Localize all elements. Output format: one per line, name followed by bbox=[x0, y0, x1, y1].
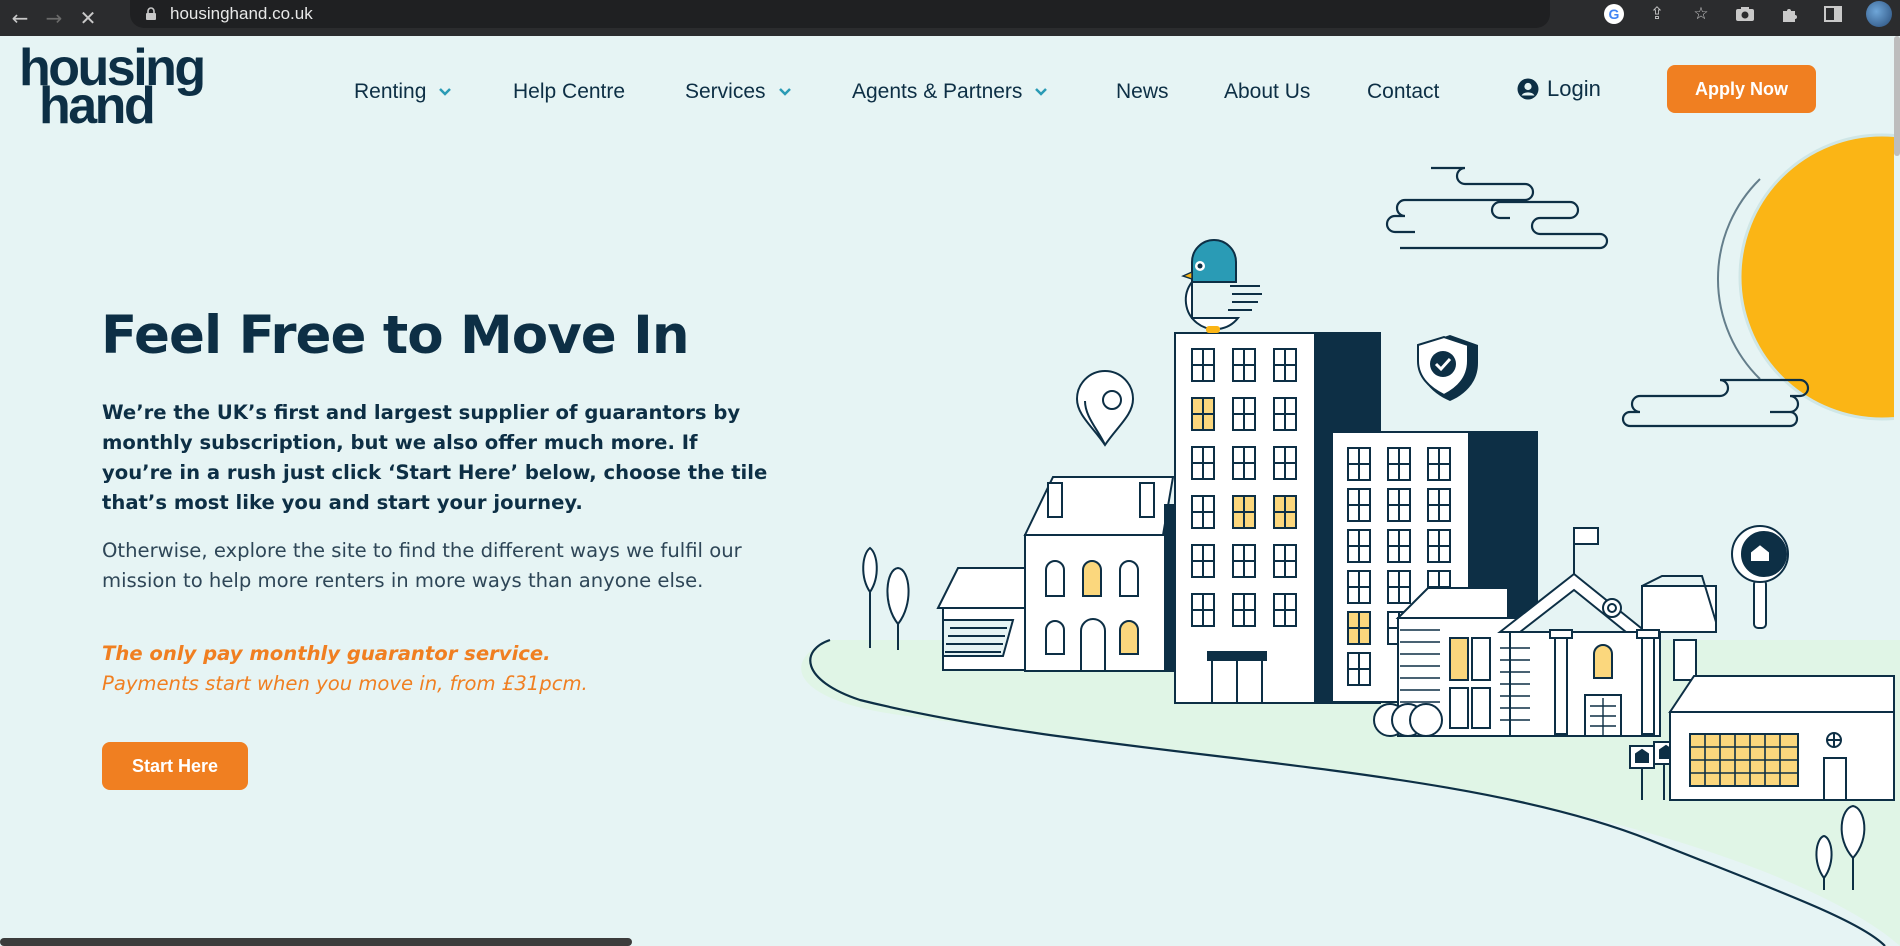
hero-illustration bbox=[801, 133, 1900, 946]
cloud-top bbox=[1385, 166, 1609, 250]
map-pin-icon bbox=[1075, 370, 1135, 447]
horizontal-scrollbar[interactable] bbox=[0, 938, 632, 946]
bird-mascot bbox=[1181, 239, 1262, 333]
vertical-scrollbar[interactable] bbox=[1894, 36, 1900, 156]
shield-check-icon bbox=[1417, 335, 1478, 401]
trees-left bbox=[862, 546, 910, 650]
sun bbox=[1717, 133, 1894, 421]
white-house bbox=[1023, 476, 1178, 672]
bushes bbox=[1373, 703, 1443, 737]
garage bbox=[936, 567, 1029, 671]
warehouse bbox=[1668, 675, 1895, 801]
location-sign-icon bbox=[1731, 525, 1789, 629]
cloud-mid bbox=[1621, 378, 1810, 428]
tower-door bbox=[1207, 651, 1267, 704]
